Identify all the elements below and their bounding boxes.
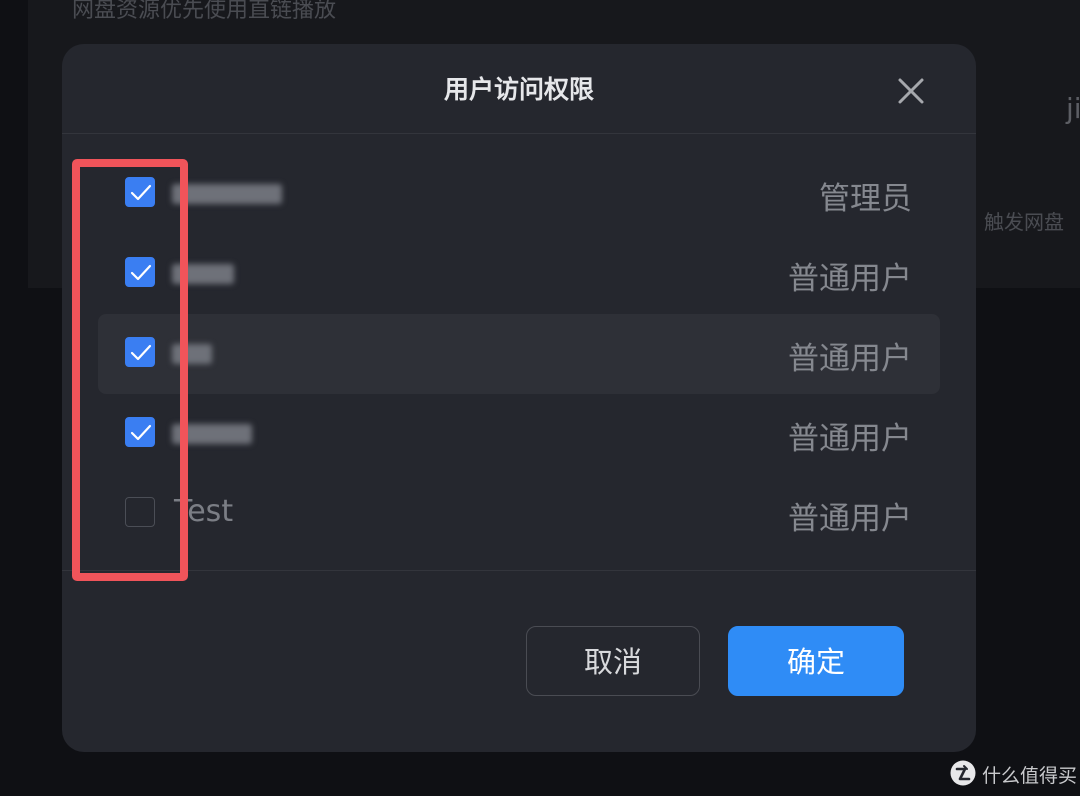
background-right-text: ji	[1066, 92, 1080, 125]
blurred-user-name	[172, 184, 282, 204]
cancel-button[interactable]: 取消	[526, 626, 700, 696]
annotation-highlight-box	[72, 159, 188, 581]
user-role: 普通用户	[788, 261, 912, 297]
user-access-dialog: 用户访问权限 管理员 普通用户 普通用户 普通用户 Test 普通用户 取消 确…	[62, 44, 976, 752]
dialog-header: 用户访问权限	[62, 44, 976, 134]
close-icon	[898, 78, 924, 104]
zhi-logo-icon	[950, 760, 976, 786]
close-button[interactable]	[890, 70, 932, 112]
user-row[interactable]: 普通用户	[98, 234, 940, 314]
user-role: 普通用户	[788, 501, 912, 537]
user-role: 管理员	[819, 181, 912, 217]
user-row[interactable]: 普通用户	[98, 394, 940, 474]
confirm-button[interactable]: 确定	[728, 626, 904, 696]
user-role: 普通用户	[788, 421, 912, 457]
user-role: 普通用户	[788, 341, 912, 377]
background-top-text: 网盘资源优先使用直链播放	[72, 0, 337, 23]
user-row[interactable]: Test 普通用户	[98, 474, 940, 554]
dialog-divider	[62, 570, 976, 571]
user-row[interactable]: 普通用户	[98, 314, 940, 394]
user-list: 管理员 普通用户 普通用户 普通用户 Test 普通用户	[62, 154, 976, 554]
dialog-title: 用户访问权限	[443, 75, 594, 104]
user-row[interactable]: 管理员	[98, 154, 940, 234]
background-right-text-2: 触发网盘	[984, 210, 1064, 234]
watermark-text: 什么值得买	[982, 765, 1078, 787]
